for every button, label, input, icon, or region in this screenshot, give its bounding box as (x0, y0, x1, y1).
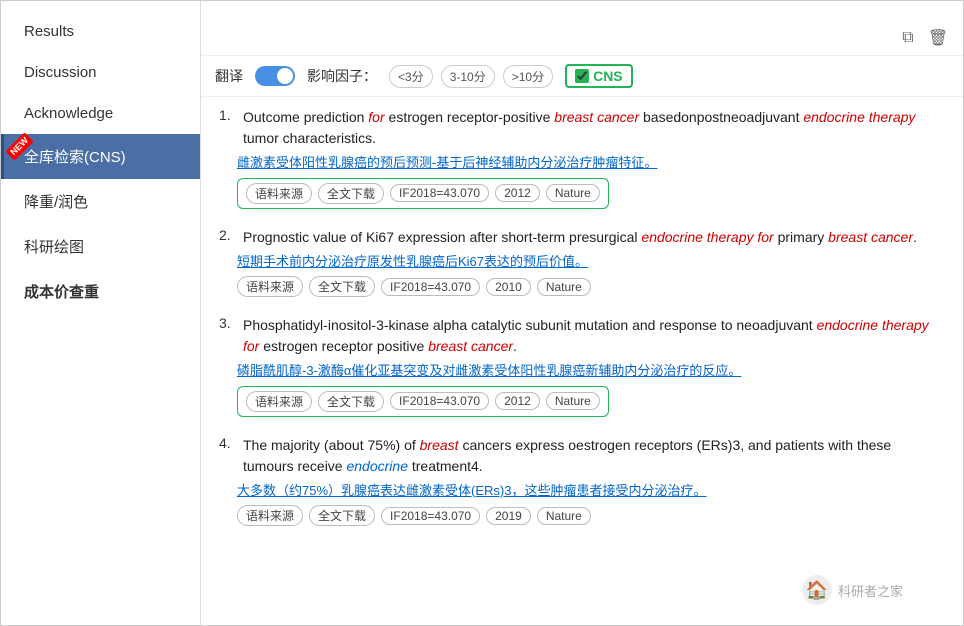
sidebar-item-1[interactable]: Discussion (1, 52, 200, 93)
sidebar-item-label-6: 成本价查重 (24, 284, 99, 301)
tag-3-2[interactable]: IF2018=43.070 (381, 507, 480, 525)
if-option-low[interactable]: <3分 (389, 65, 433, 88)
result-num-2: 3. (219, 315, 237, 331)
result-num-0: 1. (219, 107, 237, 123)
sidebar-item-label-3: 全库检索(CNS) (24, 149, 126, 166)
tag-2-2[interactable]: IF2018=43.070 (390, 392, 489, 410)
delete-icon[interactable]: 🗑 (927, 27, 949, 49)
sidebar-item-label-4: 降重/润色 (24, 194, 88, 211)
result-item-1: 2. Prognostic value of Ki67 expression af… (219, 227, 945, 298)
tag-3-1[interactable]: 全文下载 (309, 505, 375, 526)
sidebar-item-4[interactable]: 降重/润色 (1, 179, 200, 224)
result-tags-0: 语料来源全文下载 IF2018=43.070 2012 Nature (237, 178, 609, 209)
main-content: ⧉ 🗑 翻译 影响因子： <3分 3-10分 >10分 CNS 1. Outcom… (201, 1, 963, 625)
tag-3-0[interactable]: 语料来源 (237, 505, 303, 526)
tag-0-2[interactable]: IF2018=43.070 (390, 184, 489, 202)
top-bar: ⧉ 🗑 (201, 1, 963, 56)
result-title-2: Phosphatidyl-inositol-3-kinase alpha cat… (243, 315, 945, 357)
sidebar-item-5[interactable]: 科研绘图 (1, 224, 200, 269)
results-area: 1. Outcome prediction for estrogen recept… (201, 97, 963, 625)
result-title-row-0: 1. Outcome prediction for estrogen recept… (219, 107, 945, 149)
if-filter: <3分 3-10分 >10分 (389, 65, 553, 88)
tag-0-0[interactable]: 语料来源 (246, 183, 312, 204)
sidebar-item-label-1: Discussion (24, 64, 97, 81)
result-tags-2: 语料来源全文下载 IF2018=43.070 2012 Nature (237, 386, 609, 417)
result-title-0: Outcome prediction for estrogen receptor… (243, 107, 945, 149)
cns-checkbox[interactable]: CNS (565, 64, 633, 88)
result-item-0: 1. Outcome prediction for estrogen recept… (219, 107, 945, 209)
tag-2-3[interactable]: 2012 (495, 392, 540, 410)
top-bar-icons: ⧉ 🗑 (897, 27, 949, 49)
result-title-row-2: 3. Phosphatidyl-inositol-3-kinase alpha c… (219, 315, 945, 357)
result-num-3: 4. (219, 435, 237, 451)
impact-label: 影响因子： (307, 66, 377, 86)
tag-3-4[interactable]: Nature (537, 507, 591, 525)
copy-icon[interactable]: ⧉ (897, 27, 919, 49)
if-option-high[interactable]: >10分 (503, 65, 553, 88)
sidebar-item-label-2: Acknowledge (24, 105, 113, 122)
sidebar-item-0[interactable]: Results (1, 11, 200, 52)
filter-bar: 翻译 影响因子： <3分 3-10分 >10分 CNS (201, 56, 963, 97)
result-item-2: 3. Phosphatidyl-inositol-3-kinase alpha c… (219, 315, 945, 417)
sidebar: Results Discussion Acknowledge NEW全库检索(CNS)… (1, 1, 201, 625)
sidebar-item-label-0: Results (24, 23, 74, 40)
tag-2-1[interactable]: 全文下载 (318, 391, 384, 412)
result-chinese-1: 短期手术前内分泌治疗原发性乳腺癌后Ki67表达的预后价值。 (237, 252, 945, 272)
sidebar-item-label-5: 科研绘图 (24, 239, 84, 256)
tag-0-1[interactable]: 全文下载 (318, 183, 384, 204)
tag-1-2[interactable]: IF2018=43.070 (381, 278, 480, 296)
tag-1-0[interactable]: 语料来源 (237, 276, 303, 297)
result-title-1: Prognostic value of Ki67 expression afte… (243, 227, 917, 248)
tag-3-3[interactable]: 2019 (486, 507, 531, 525)
result-title-row-1: 2. Prognostic value of Ki67 expression af… (219, 227, 945, 248)
tag-1-3[interactable]: 2010 (486, 278, 531, 296)
result-tags-3: 语料来源全文下载 IF2018=43.070 2019 Nature (237, 505, 945, 526)
sidebar-item-2[interactable]: Acknowledge (1, 93, 200, 134)
sidebar-item-6[interactable]: 成本价查重 (1, 269, 200, 314)
result-chinese-0: 雌激素受体阳性乳腺癌的预后预测-基于后神经辅助内分泌治疗肿瘤特征。 (237, 153, 945, 173)
result-item-3: 4. The majority (about 75%) of breast can… (219, 435, 945, 527)
cns-check-input[interactable] (575, 69, 589, 83)
tag-0-3[interactable]: 2012 (495, 184, 540, 202)
tag-2-0[interactable]: 语料来源 (246, 391, 312, 412)
translate-label: 翻译 (215, 66, 243, 86)
result-tags-1: 语料来源全文下载 IF2018=43.070 2010 Nature (237, 276, 945, 297)
if-option-mid[interactable]: 3-10分 (441, 65, 495, 88)
result-title-3: The majority (about 75%) of breast cance… (243, 435, 945, 477)
tag-1-4[interactable]: Nature (537, 278, 591, 296)
cns-label: CNS (593, 68, 623, 84)
app-container: Results Discussion Acknowledge NEW全库检索(CNS)… (0, 0, 964, 626)
result-chinese-3: 大多数（约75%）乳腺癌表达雌激素受体(ERs)3，这些肿瘤患者接受内分泌治疗。 (237, 481, 945, 501)
result-title-row-3: 4. The majority (about 75%) of breast can… (219, 435, 945, 477)
tag-0-4[interactable]: Nature (546, 184, 600, 202)
translate-toggle[interactable] (255, 66, 295, 86)
sidebar-item-3[interactable]: NEW全库检索(CNS) (1, 134, 200, 179)
result-num-1: 2. (219, 227, 237, 243)
tag-1-1[interactable]: 全文下载 (309, 276, 375, 297)
result-chinese-2: 磷脂酰肌醇-3-激酶α催化亚基突变及对雌激素受体阳性乳腺癌新辅助内分泌治疗的反应… (237, 361, 945, 381)
tag-2-4[interactable]: Nature (546, 392, 600, 410)
